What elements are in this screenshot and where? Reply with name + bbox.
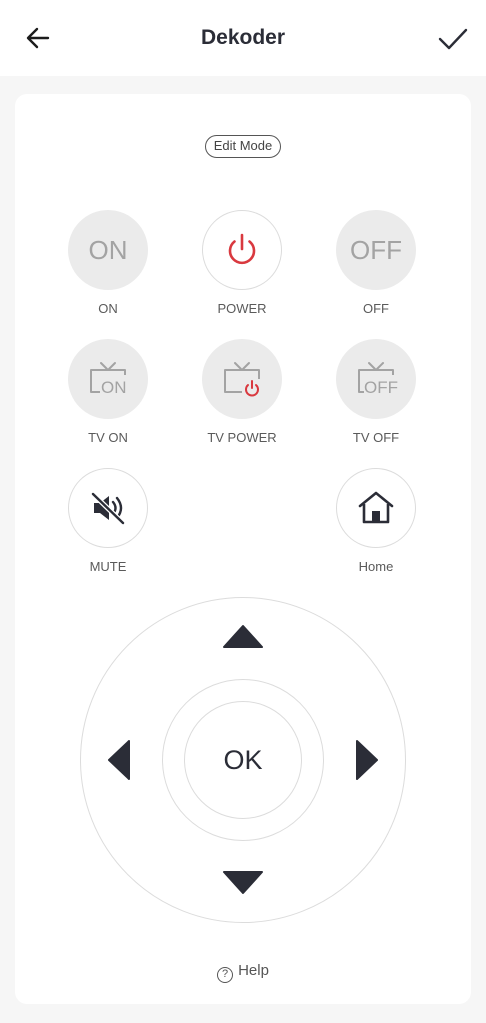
off-label: OFF [363,301,389,316]
page-title: Dekoder [200,26,286,49]
power-label: POWER [217,301,267,316]
tv-on-label: TV ON [88,430,128,445]
tv-on-icon: ON [90,362,127,397]
on-button-text: ON [88,234,128,265]
down-arrow-icon[interactable] [220,868,266,896]
tv-off-icon-text: OFF [364,378,398,397]
tv-power-icon [224,362,260,397]
mute-label: MUTE [89,559,127,574]
top-bar: Dekoder [0,0,486,76]
remote-card: Edit Mode ON ON POWER OFF OFF ON TV ON T… [15,94,471,1004]
help-icon: ? [217,967,234,983]
help-link[interactable]: ? Help [15,962,471,983]
up-arrow-icon[interactable] [220,623,266,651]
home-button[interactable] [336,468,416,548]
on-button[interactable]: ON [68,210,148,290]
tv-off-icon: OFF [358,362,398,397]
tv-on-button[interactable]: ON [68,339,148,419]
ok-button[interactable]: OK [184,701,302,819]
left-arrow-icon[interactable] [105,737,133,783]
off-button[interactable]: OFF [336,210,416,290]
help-label: Help [238,962,269,979]
tv-on-icon-text: ON [101,378,127,397]
right-arrow-icon[interactable] [353,737,381,783]
home-icon [358,491,394,524]
mute-button[interactable] [68,468,148,548]
confirm-button[interactable] [436,22,470,56]
mute-icon [90,491,126,526]
off-button-text: OFF [350,234,402,265]
tv-power-button[interactable] [202,339,282,419]
tv-power-label: TV POWER [207,430,277,445]
power-button[interactable] [202,210,282,290]
tv-off-label: TV OFF [352,430,400,445]
checkmark-icon [438,28,468,50]
power-icon [228,233,256,265]
tv-off-button[interactable]: OFF [336,339,416,419]
on-label: ON [98,301,118,316]
edit-mode-button[interactable]: Edit Mode [205,135,281,158]
home-label: Home [358,559,394,574]
